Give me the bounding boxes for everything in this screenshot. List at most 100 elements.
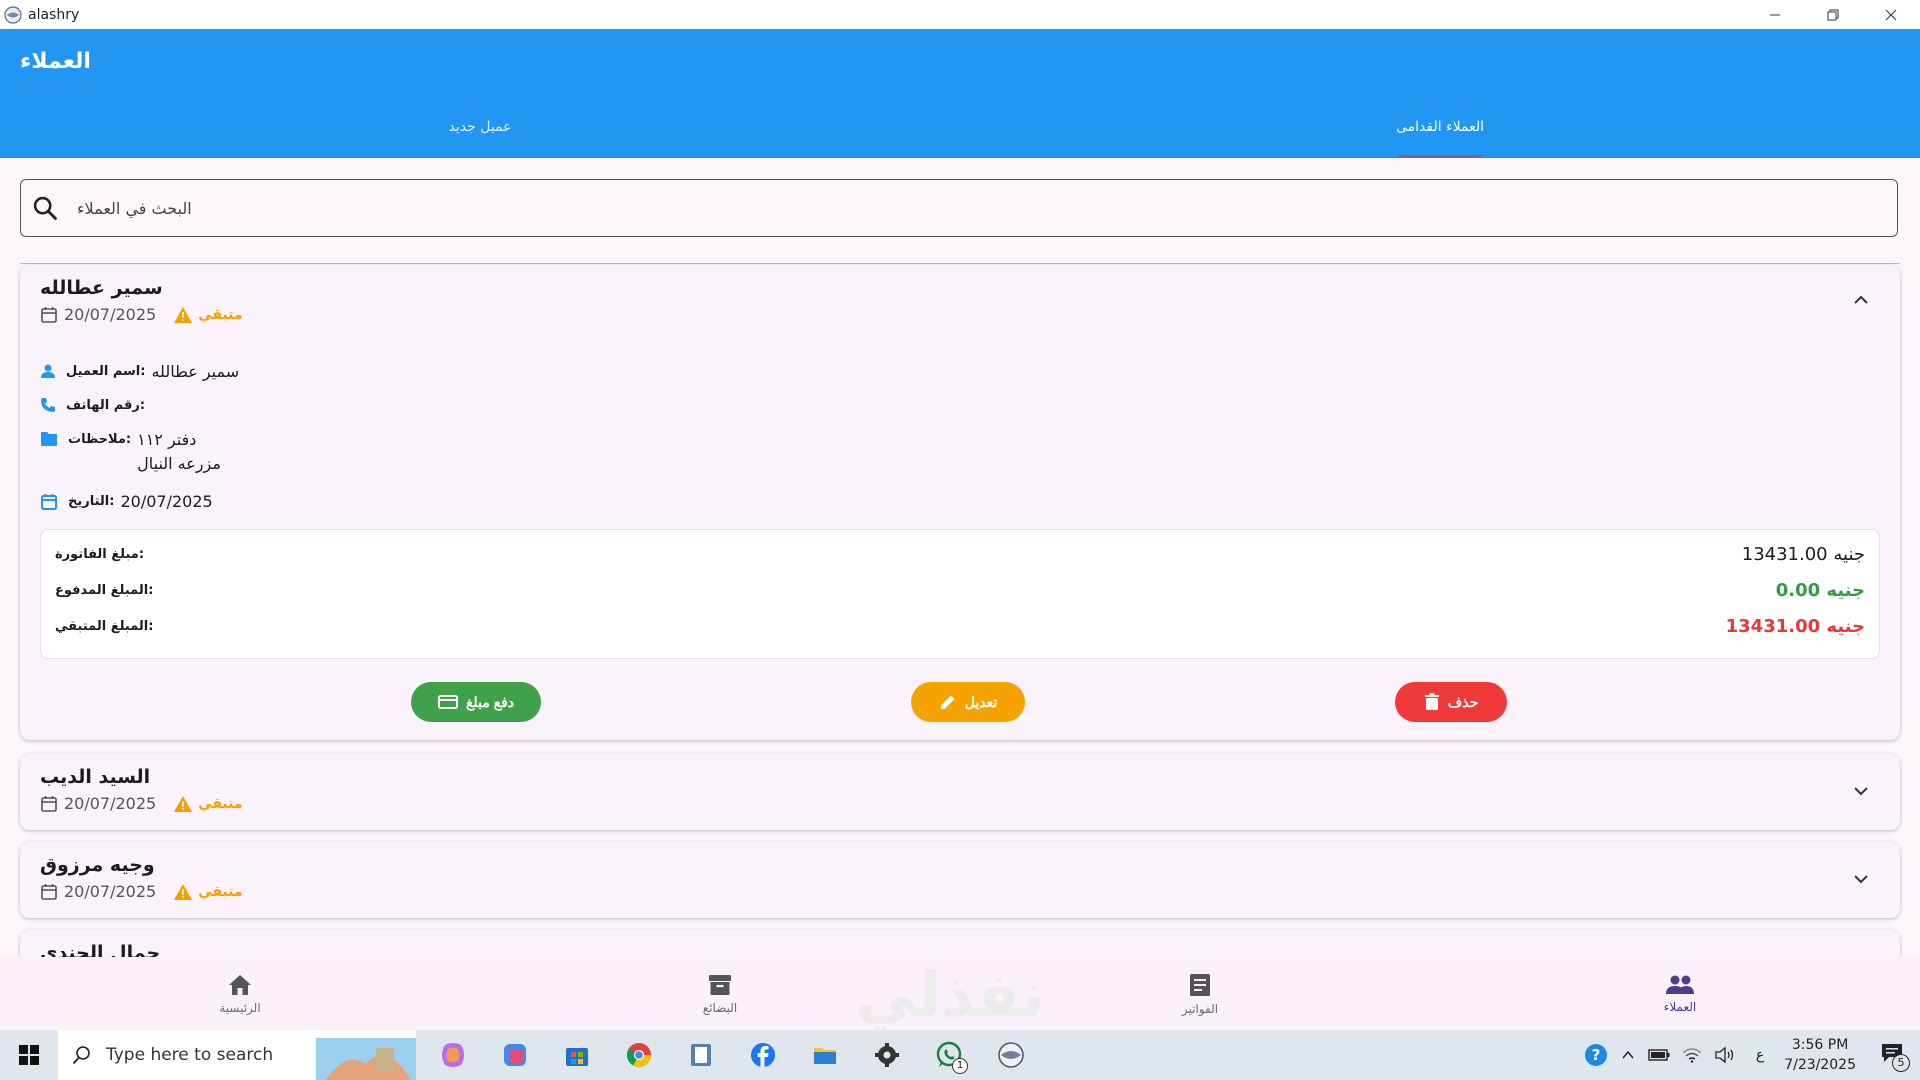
tab-indicator: [1398, 155, 1482, 158]
file-explorer-app[interactable]: [800, 1030, 850, 1080]
app-logo-icon: [4, 5, 22, 24]
tab-bar: عميل جديد العملاء القدامى: [0, 109, 1920, 158]
facebook-icon: [751, 1043, 775, 1067]
customer-card[interactable]: السيد الديب 20/07/2025 متبقي: [20, 754, 1900, 830]
chrome-app[interactable]: [614, 1030, 664, 1080]
notification-center-button[interactable]: 5: [1880, 1042, 1910, 1072]
nav-customers[interactable]: العملاء: [1440, 957, 1920, 1030]
input-language[interactable]: ع: [1756, 1047, 1764, 1063]
svg-text:?: ?: [1591, 1046, 1600, 1064]
summary-paid-row: المبلغ المدفوع: 0.00 جنيه: [55, 575, 1865, 605]
restore-icon: [1827, 9, 1839, 20]
window-titlebar: alashry: [0, 0, 1920, 29]
store-icon: [566, 1048, 588, 1066]
whatsapp-app[interactable]: 1: [924, 1030, 974, 1080]
detail-date: التاريخ: 20/07/2025: [40, 492, 213, 511]
detail-label: التاريخ:: [68, 494, 115, 509]
notification-count: 5: [1892, 1054, 1910, 1072]
customer-meta: 20/07/2025 متبقي: [40, 882, 243, 901]
nav-label: الرئيسية: [219, 1000, 261, 1015]
tab-new-customer[interactable]: عميل جديد: [0, 109, 960, 158]
invoice-amount: 13431.00 جنيه: [1741, 543, 1865, 565]
alashry-app[interactable]: [986, 1030, 1036, 1080]
chrome-icon: [626, 1043, 651, 1068]
app-logo-icon: [998, 1042, 1024, 1068]
detail-value: سمير عطالله: [151, 362, 240, 381]
detail-phone: رقم الهاتف:: [40, 396, 151, 413]
status-text: متبقي: [198, 306, 243, 323]
clock[interactable]: 3:56 PM 7/23/2025: [1784, 1035, 1856, 1075]
m365-app[interactable]: [490, 1030, 540, 1080]
search-input[interactable]: [75, 197, 1779, 219]
facebook-app[interactable]: [738, 1030, 788, 1080]
customer-date: 20/07/2025: [64, 305, 157, 324]
taskbar-search-placeholder: Type here to search: [106, 1045, 274, 1065]
edit-button[interactable]: تعديل: [911, 682, 1025, 722]
calendar-icon: [41, 883, 57, 900]
note-icon: [41, 432, 57, 446]
battery-icon[interactable]: [1648, 1048, 1670, 1062]
gear-icon: [875, 1043, 899, 1067]
pay-label: دفع مبلغ: [465, 693, 515, 710]
chevron-up-icon[interactable]: [1620, 1047, 1636, 1063]
system-tray: ? ع 3:56 PM 7/23/2025 5: [1578, 1030, 1920, 1080]
chevron-down-icon[interactable]: [1850, 868, 1872, 890]
customer-card[interactable]: سمير عطالله 20/07/2025 متبقي اسم العميل:…: [20, 265, 1900, 740]
status-text: متبقي: [198, 883, 243, 900]
folder-icon: [814, 1048, 836, 1064]
taskbar-search[interactable]: Type here to search: [58, 1030, 416, 1080]
pay-button[interactable]: دفع مبلغ: [411, 682, 541, 722]
window-title: alashry: [28, 6, 80, 23]
copilot-app[interactable]: [428, 1030, 478, 1080]
status-badge: متبقي: [174, 306, 243, 323]
search-icon: [72, 1046, 90, 1065]
customer-meta: 20/07/2025 متبقي: [40, 794, 243, 813]
detail-value: 20/07/2025: [120, 492, 213, 511]
customer-card[interactable]: وجيه مرزوق 20/07/2025 متبقي: [20, 842, 1900, 918]
customer-card[interactable]: جمال الجندي: [20, 930, 1900, 960]
trash-icon: [1424, 693, 1439, 710]
summary-invoice-row: مبلغ الفاتورة: 13431.00 جنيه: [55, 539, 1865, 569]
paid-amount: 0.00 جنيه: [1775, 579, 1865, 601]
tab-old-customers[interactable]: العملاء القدامى: [960, 109, 1920, 158]
help-icon[interactable]: ?: [1584, 1043, 1608, 1067]
detail-label: اسم العميل:: [66, 364, 146, 379]
start-button[interactable]: [0, 1030, 58, 1080]
nav-label: الفواتير: [1181, 1001, 1219, 1016]
wifi-icon[interactable]: [1682, 1047, 1702, 1063]
detail-label: رقم الهاتف:: [66, 398, 146, 413]
notepad-app[interactable]: [676, 1030, 726, 1080]
chevron-down-icon[interactable]: [1850, 780, 1872, 802]
tab-label: العملاء القدامى: [1395, 119, 1485, 135]
calendar-icon: [41, 494, 57, 510]
calendar-icon: [41, 795, 57, 812]
speaker-icon[interactable]: [1714, 1046, 1736, 1064]
taskbar-apps: 1: [428, 1030, 1048, 1080]
maximize-button[interactable]: [1804, 0, 1862, 29]
delete-button[interactable]: حذف: [1395, 682, 1507, 722]
status-badge: متبقي: [174, 883, 243, 900]
warning-icon: [174, 883, 193, 900]
notes-value: دفتر ١١٢ مزرعه النيال: [137, 428, 221, 476]
copilot-icon: [442, 1043, 464, 1067]
taskbar: Type here to search 1 ? ع 3:56 PM 7/23/2…: [0, 1030, 1920, 1080]
detail-label: ملاحظات:: [68, 432, 132, 447]
close-icon: [1885, 9, 1897, 20]
status-badge: متبقي: [174, 795, 243, 812]
close-button[interactable]: [1862, 0, 1920, 29]
clock-date: 7/23/2025: [1784, 1057, 1856, 1073]
chevron-up-icon[interactable]: [1850, 289, 1872, 311]
customer-name: سمير عطالله: [40, 277, 163, 299]
home-icon: [229, 974, 251, 995]
minimize-icon: [1770, 14, 1780, 15]
archive-icon: [709, 974, 731, 995]
search-bar: [20, 179, 1898, 237]
nav-home[interactable]: الرئيسية: [0, 957, 480, 1030]
summary-label: مبلغ الفاتورة:: [55, 546, 145, 562]
settings-app[interactable]: [862, 1030, 912, 1080]
minimize-button[interactable]: [1746, 0, 1804, 29]
status-text: متبقي: [198, 795, 243, 812]
customer-name: وجيه مرزوق: [40, 854, 155, 876]
store-app[interactable]: [552, 1030, 602, 1080]
customer-meta: 20/07/2025 متبقي: [40, 305, 243, 324]
